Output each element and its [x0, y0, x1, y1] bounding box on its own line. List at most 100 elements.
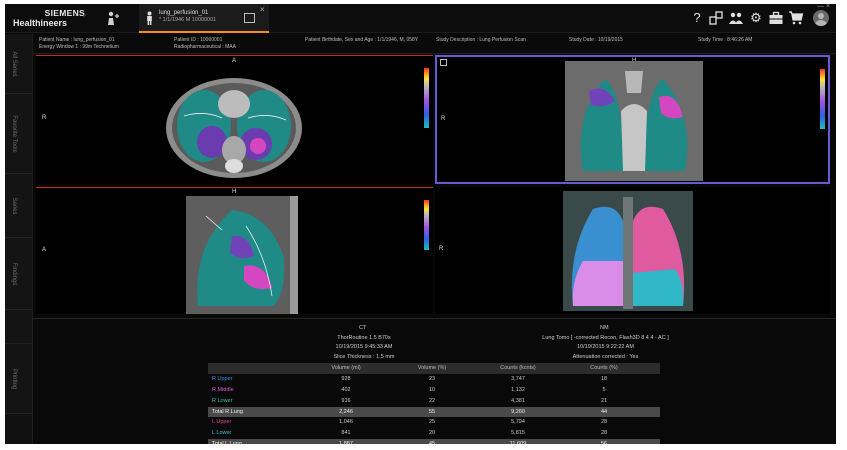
ct-series-description: ThorRoutine 1.5 B70s	[337, 335, 391, 341]
person-icon	[147, 11, 152, 25]
study-time: Study Time : 8:46:26 AM	[698, 37, 753, 43]
tab-spacer	[5, 310, 32, 344]
table-header-row: Volume (ml) Volume (%) Counts (kcnts) Co…	[208, 363, 660, 374]
tab-label: Printing	[11, 368, 17, 389]
row-label: L Lower	[212, 430, 232, 437]
table-cell: 916	[341, 397, 351, 404]
table-cell: 25	[428, 419, 436, 426]
table-total-row: Total L Lung 1,887 45 11,609 56	[208, 439, 660, 444]
row-label: R Upper	[212, 375, 233, 382]
orientation-label-left: A	[42, 247, 47, 253]
tab-label: Favorite Tools	[11, 114, 17, 153]
table-row: R Upper 928 23 3,747 18	[208, 374, 660, 385]
table-row: L Lower 841 20 5,815 28	[208, 428, 660, 439]
color-scale-bar	[820, 69, 825, 129]
cart-icon[interactable]	[788, 10, 804, 26]
table-cell: 22	[428, 397, 436, 404]
table-cell: 1,132	[511, 386, 525, 393]
table-cell: 841	[341, 430, 351, 437]
users-icon[interactable]	[728, 10, 744, 26]
table-cell: 21	[600, 397, 608, 404]
tab-all-series[interactable]: All Series	[5, 34, 32, 94]
table-cell: 1,887	[306, 441, 386, 444]
window-controls[interactable]: — ×	[817, 4, 830, 10]
toolbox-icon[interactable]	[768, 10, 784, 26]
table-cell: 9,260	[511, 408, 525, 415]
tab-findings[interactable]: Findings	[5, 238, 32, 310]
row-label: Total R Lung	[212, 408, 243, 415]
patient-info-bar: Patient Name : lung_perfusion_01 Energy …	[33, 34, 836, 54]
color-scale-bar	[424, 68, 429, 128]
column-header: Volume (ml)	[331, 365, 361, 371]
row-label: L Upper	[212, 419, 232, 426]
table-cell: 5,815	[511, 430, 525, 437]
row-label: Total L Lung	[212, 441, 242, 444]
patient-birthdate: Patient Birthdate, Sex and Age : 1/1/194…	[305, 37, 419, 43]
table-cell: 11,609	[478, 441, 558, 444]
volume-rendering-viewport[interactable]: R	[435, 187, 830, 314]
top-toolbar: SIEMENS Healthineers ⁘ lung_perfusion_01…	[5, 4, 836, 33]
tab-series[interactable]: Series	[5, 174, 32, 238]
brand-dots-icon: ⁘	[81, 13, 87, 20]
patient-id: Patient ID : 10000001	[174, 37, 223, 43]
axial-ct-image	[166, 78, 302, 178]
quantification-results-panel: CT ThorRoutine 1.5 B70s 10/19/2015 9:45:…	[33, 318, 836, 444]
table-cell: 402	[341, 386, 351, 393]
nm-series-description: Lung Tomo [ -corrected Recon, Flash3D 8 …	[542, 335, 669, 341]
study-description: Study Description : Lung Perfusion Scan	[436, 37, 526, 43]
study-date: Study Date : 10/19/2015	[569, 37, 623, 43]
side-panel-tabs: All Series Favorite Tools Series Finding…	[5, 34, 33, 444]
column-header: Counts (kcnts)	[500, 365, 536, 371]
table-cell: 23	[428, 375, 436, 382]
column-header: Counts (%)	[590, 365, 618, 371]
nm-attenuation: Attenuation corrected : Yes	[572, 354, 639, 360]
tab-favorite-tools[interactable]: Favorite Tools	[5, 94, 32, 174]
table-cell: 45	[392, 441, 472, 444]
layout-icon[interactable]	[708, 10, 724, 26]
table-cell: 928	[341, 375, 351, 382]
sagittal-viewport[interactable]: H A	[36, 187, 433, 314]
help-icon[interactable]: ?	[689, 10, 705, 26]
table-cell: 1,046	[339, 419, 353, 426]
sagittal-ct-image	[186, 196, 298, 314]
axial-viewport[interactable]: A R	[36, 55, 433, 184]
application-window: SIEMENS Healthineers ⁘ lung_perfusion_01…	[5, 4, 836, 444]
table-cell: 56	[564, 441, 644, 444]
user-avatar[interactable]	[813, 10, 829, 26]
tab-label: Series	[11, 196, 17, 215]
table-row: R Middle 402 10 1,132 5	[208, 385, 660, 396]
orientation-label-left: R	[42, 115, 47, 121]
tab-printing[interactable]: Printing	[5, 344, 32, 414]
radiopharmaceutical: Radiopharmaceutical : MAA	[174, 44, 236, 50]
orientation-label-left: R	[441, 116, 446, 122]
table-row: L Upper 1,046 25 5,794 28	[208, 417, 660, 428]
table-cell: 2,246	[339, 408, 353, 415]
close-tab-icon[interactable]: ×	[260, 5, 265, 14]
table-cell: 5,794	[511, 419, 525, 426]
color-scale-bar	[424, 200, 429, 250]
coronal-ct-image	[565, 61, 703, 181]
orientation-label-top: A	[232, 58, 237, 64]
ct-acquisition-datetime: 10/19/2015 9:45:33 AM	[335, 344, 393, 350]
patient-name: Patient Name : lung_perfusion_01	[39, 37, 115, 43]
patient-browser-icon[interactable]	[105, 10, 121, 26]
lung-segmentation-3d	[563, 191, 693, 311]
coronal-viewport[interactable]: H R F	[435, 55, 830, 184]
table-cell: 28	[600, 430, 608, 437]
image-thumbnail-icon	[244, 13, 255, 23]
tab-subtitle: * 1/1/1946 M 10000001	[159, 17, 217, 23]
orientation-label-top: H	[232, 189, 237, 195]
table-cell: 4,381	[511, 397, 525, 404]
row-label: R Middle	[212, 386, 234, 393]
table-cell: 28	[600, 419, 608, 426]
nm-acquisition-datetime: 10/19/2015 9:22:22 AM	[577, 344, 634, 350]
tab-label: All Series	[11, 50, 17, 77]
table-cell: 10	[428, 386, 436, 393]
nm-modality-label: NM	[600, 325, 609, 331]
row-label: R Lower	[212, 397, 233, 404]
corner-widget-icon[interactable]	[440, 59, 447, 66]
patient-tab[interactable]: lung_perfusion_01 * 1/1/1946 M 10000001 …	[139, 4, 269, 33]
column-header: Volume (%)	[417, 365, 447, 371]
settings-icon[interactable]: ⚙	[748, 10, 764, 26]
table-cell: 18	[600, 375, 608, 382]
